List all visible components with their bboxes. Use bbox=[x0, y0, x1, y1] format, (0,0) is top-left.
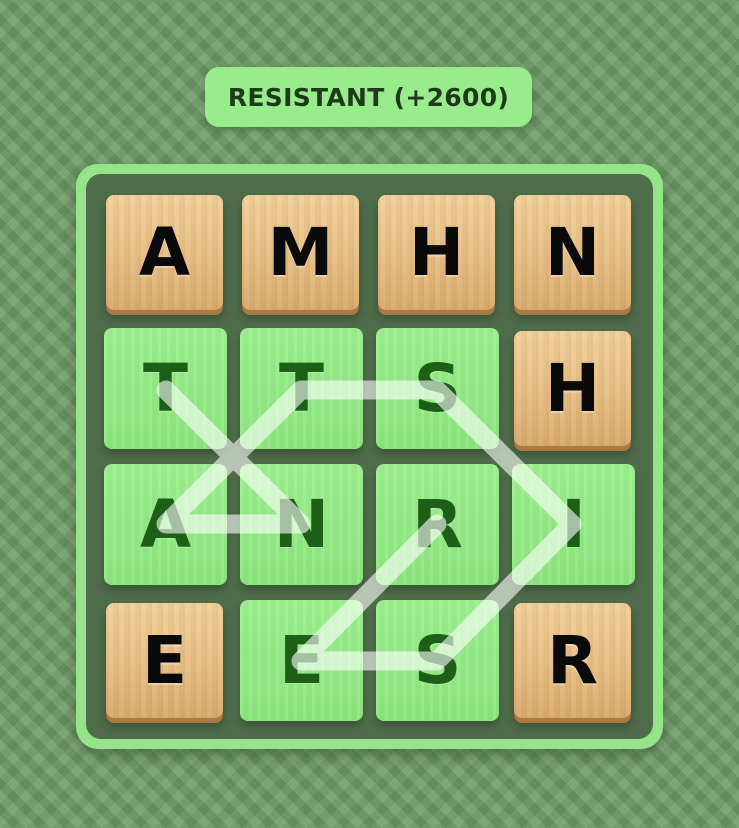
tile-r4-c1[interactable]: E bbox=[106, 603, 223, 718]
tile-r4-c4[interactable]: R bbox=[514, 603, 631, 718]
tile-r1-c1[interactable]: A bbox=[106, 195, 223, 310]
tile-r3-c2[interactable]: N bbox=[240, 464, 363, 585]
found-word-banner: RESISTANT (+2600) bbox=[205, 67, 532, 127]
tile-r2-c3[interactable]: S bbox=[376, 328, 499, 449]
tile-r4-c3[interactable]: S bbox=[376, 600, 499, 721]
tile-r1-c3[interactable]: H bbox=[378, 195, 495, 310]
tile-r2-c1[interactable]: T bbox=[104, 328, 227, 449]
tile-r2-c4[interactable]: H bbox=[514, 331, 631, 446]
found-word-text: RESISTANT (+2600) bbox=[227, 82, 510, 112]
tile-r4-c2[interactable]: E bbox=[240, 600, 363, 721]
tile-r3-c3[interactable]: R bbox=[376, 464, 499, 585]
tile-r3-c4[interactable]: I bbox=[512, 464, 635, 585]
tile-r2-c2[interactable]: T bbox=[240, 328, 363, 449]
tile-r1-c2[interactable]: M bbox=[242, 195, 359, 310]
tile-r1-c4[interactable]: N bbox=[514, 195, 631, 310]
tile-r3-c1[interactable]: A bbox=[104, 464, 227, 585]
